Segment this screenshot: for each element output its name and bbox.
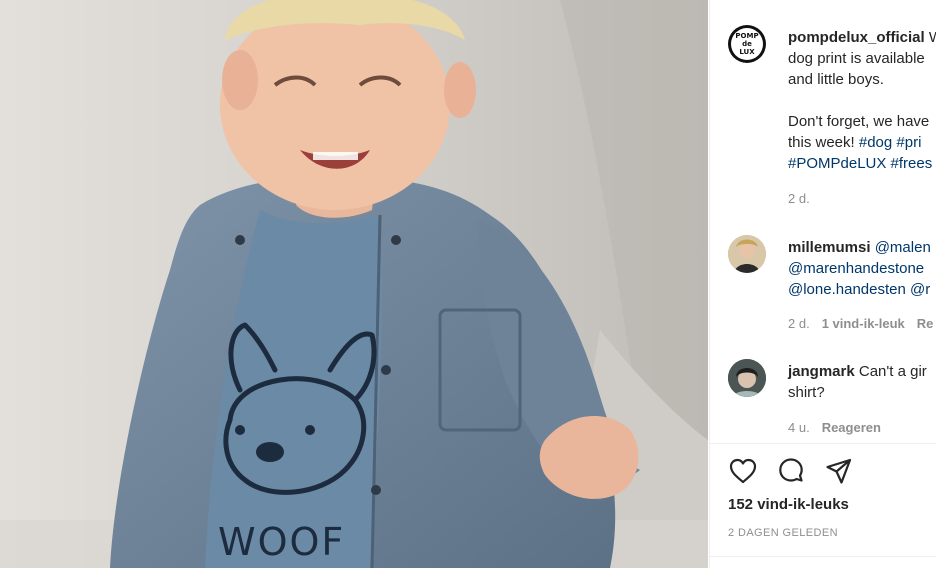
caption-time: 2 d. xyxy=(788,191,810,206)
caption-line-5: this week! #dog #pri xyxy=(788,132,936,153)
avatar-photo xyxy=(728,235,766,273)
comment-1-reply-button[interactable]: Re xyxy=(917,316,934,331)
caption-line-3: and little boys. xyxy=(788,71,884,88)
caption-line-4: Don't forget, we have xyxy=(788,113,930,130)
actions-divider xyxy=(710,443,936,444)
hashtag-link[interactable]: #dog #pri xyxy=(859,134,922,151)
caption-line-2: dog print is available xyxy=(788,50,925,67)
mention-link[interactable]: @marenhandestone xyxy=(788,258,936,279)
commenter-avatar[interactable] xyxy=(728,359,766,397)
mention-link[interactable]: @lone.handesten @r xyxy=(788,279,936,300)
comment-1-line-1: millemumsi @malen xyxy=(788,237,936,258)
caption-lead: W xyxy=(929,29,936,46)
comment-2-line-1: jangmark Can't a gir xyxy=(788,361,936,382)
caption-line-5-text: this week! xyxy=(788,134,859,151)
comment-2-reply-button[interactable]: Reageren xyxy=(822,420,881,435)
comment-2-meta: 4 u. Reageren xyxy=(788,420,893,435)
comment-2-line-2: shirt? xyxy=(788,384,825,401)
bottom-divider xyxy=(710,556,936,557)
author-username[interactable]: pompdelux_official xyxy=(788,29,925,46)
mention-link[interactable]: @malen xyxy=(875,239,931,256)
brand-logo: POMP de LUX xyxy=(735,32,759,56)
caption-line-1: pompdelux_official W xyxy=(788,27,936,48)
commenter-avatar[interactable] xyxy=(728,235,766,273)
bottom-whitespace xyxy=(0,568,936,585)
comment-1-time: 2 d. xyxy=(788,316,810,331)
post-side-panel: POMP de LUX pompdelux_official W dog pri… xyxy=(709,0,936,568)
avatar-photo xyxy=(728,359,766,397)
author-avatar[interactable]: POMP de LUX xyxy=(728,25,766,63)
comment-2-time: 4 u. xyxy=(788,420,810,435)
shirt-print-text: WOOF xyxy=(218,520,345,564)
hashtag-link[interactable]: #POMPdeLUX #frees xyxy=(788,153,936,174)
likes-count[interactable]: 152 vind-ik-leuks xyxy=(728,496,849,513)
heart-icon[interactable] xyxy=(728,456,758,486)
comment-icon[interactable] xyxy=(776,456,806,486)
post-photo[interactable]: WOOF xyxy=(0,0,708,568)
comment-2-text: Can't a gir xyxy=(858,363,927,380)
comment-1-username[interactable]: millemumsi xyxy=(788,239,871,256)
photo-child-in-dog-shirt: WOOF xyxy=(0,0,708,568)
paper-plane-icon[interactable] xyxy=(824,456,854,486)
comment-1-likes[interactable]: 1 vind-ik-leuk xyxy=(822,316,905,331)
comment-2-username[interactable]: jangmark xyxy=(788,363,855,380)
comment-1-meta: 2 d. 1 vind-ik-leuk Re xyxy=(788,316,936,331)
posted-date: 2 DAGEN GELEDEN xyxy=(728,527,838,539)
